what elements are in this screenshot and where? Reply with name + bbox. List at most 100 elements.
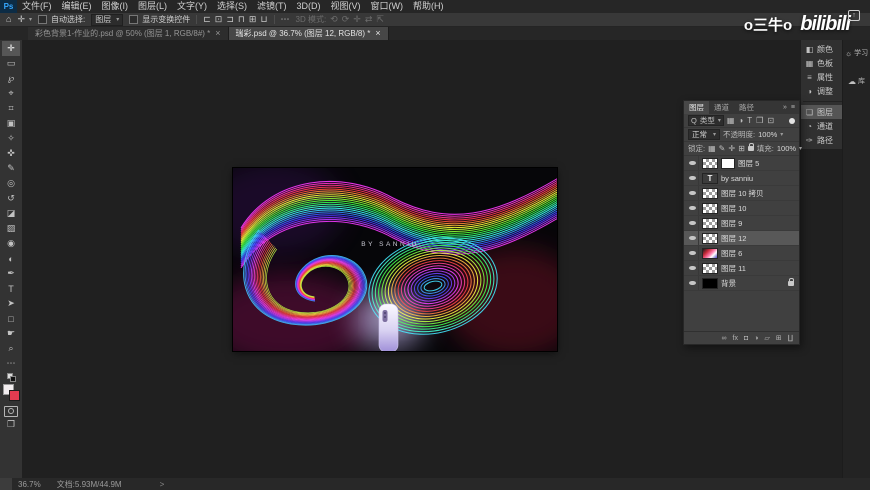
dodge-tool[interactable]: ◐ [2, 251, 20, 266]
default-colors-icon[interactable] [6, 373, 16, 382]
blur-tool[interactable]: ◉ [2, 236, 20, 251]
add-mask-icon[interactable]: ◘ [744, 335, 748, 342]
tab-close-icon[interactable]: × [215, 28, 220, 38]
smart-object-filter-icon[interactable]: ⊡ [767, 116, 774, 125]
tab-close-icon[interactable]: × [375, 28, 380, 38]
visibility-toggle[interactable] [687, 171, 699, 185]
clone-stamp-tool[interactable]: ◎ [2, 176, 20, 191]
menu-item[interactable]: 图像(I) [97, 0, 134, 13]
blend-mode-dropdown[interactable]: 正常 ▾ [688, 129, 721, 140]
share-icon[interactable]: ↑ [848, 10, 860, 21]
layer-effects-icon[interactable]: fx [733, 335, 738, 342]
visibility-toggle[interactable] [687, 246, 699, 260]
fill-value[interactable]: 100% [777, 144, 796, 153]
eraser-tool[interactable]: ◪ [2, 206, 20, 221]
menu-item[interactable]: 文件(F) [17, 0, 57, 13]
align-right-icon[interactable]: ⊐ [226, 14, 234, 25]
zoom-tool[interactable]: ⌕ [2, 341, 20, 356]
layers-panel-tab[interactable]: 通道 [709, 101, 734, 114]
quick-mask-icon[interactable] [4, 406, 18, 417]
menu-item[interactable]: 视图(V) [326, 0, 366, 13]
panel-layers[interactable]: ❏ 图层 [801, 105, 844, 119]
layer-row[interactable]: 图层 5 [684, 156, 799, 171]
layer-row[interactable]: 图层 9 [684, 216, 799, 231]
background-color-swatch[interactable] [8, 390, 20, 401]
shape-filter-icon[interactable]: ❒ [756, 116, 763, 125]
layer-row[interactable]: 图层 10 [684, 201, 799, 216]
menu-item[interactable]: 3D(D) [292, 0, 326, 13]
type-filter-icon[interactable]: T [747, 116, 752, 125]
layer-row[interactable]: 图层 12 [684, 231, 799, 246]
document-tab[interactable]: 彩色背景1-作业的.psd @ 50% (图层 1, RGB/8#) * × [28, 26, 229, 40]
lock-all-icon[interactable] [747, 143, 754, 151]
crop-tool[interactable]: ⌗ [2, 101, 20, 116]
menu-item[interactable]: 窗口(W) [366, 0, 409, 13]
visibility-toggle[interactable] [687, 261, 699, 275]
show-transform-checkbox[interactable] [129, 15, 139, 24]
path-selection-tool[interactable]: ➤ [2, 296, 20, 311]
visibility-toggle[interactable] [687, 186, 699, 200]
status-expand-icon[interactable]: > [130, 480, 165, 489]
quick-selection-tool[interactable]: ⌖ [2, 86, 20, 101]
lock-pixels-icon[interactable]: ✎ [719, 144, 726, 153]
marquee-tool[interactable]: ▭ [2, 56, 20, 71]
move-tool[interactable]: ✛ [2, 41, 20, 56]
auto-select-checkbox[interactable] [38, 15, 47, 24]
menu-item[interactable]: 图层(L) [133, 0, 172, 13]
opacity-value[interactable]: 100% [758, 130, 777, 139]
panel-swatches[interactable]: ▦ 色板 [801, 56, 844, 70]
align-middle-icon[interactable]: ⊞ [249, 14, 257, 25]
tool-preset-caret-icon[interactable]: ▾ [29, 16, 32, 23]
visibility-toggle[interactable] [687, 216, 699, 230]
libraries-panel[interactable]: ☁ 库 [848, 76, 865, 86]
filter-toggle-icon[interactable] [789, 117, 795, 124]
menu-item[interactable]: 选择(S) [212, 0, 252, 13]
new-layer-icon[interactable]: ⊞ [776, 334, 782, 342]
menu-item[interactable]: 帮助(H) [408, 0, 449, 13]
visibility-toggle[interactable] [687, 276, 699, 290]
delete-layer-icon[interactable]: ∐ [788, 334, 793, 342]
panel-color[interactable]: ◧ 颜色 [801, 42, 844, 56]
screen-mode-icon[interactable]: ❐ [2, 417, 20, 432]
eyedropper-tool[interactable]: ✧ [2, 131, 20, 146]
auto-select-dropdown[interactable]: 图层 ▾ [91, 13, 124, 26]
adjustment-filter-icon[interactable]: ◑ [738, 116, 743, 125]
layer-row[interactable]: 图层 10 拷贝 [684, 186, 799, 201]
panel-properties[interactable]: ≡ 属性 [801, 70, 844, 84]
lock-position-icon[interactable]: ✛ [728, 144, 735, 153]
edit-toolbar-button[interactable]: ⋯ [2, 356, 20, 371]
menu-item[interactable]: 编辑(E) [57, 0, 97, 13]
brush-tool[interactable]: ✎ [2, 161, 20, 176]
align-bottom-icon[interactable]: ⊔ [260, 14, 267, 25]
hand-tool[interactable]: ☛ [2, 326, 20, 341]
zoom-level-field[interactable]: 36.7% [18, 480, 49, 489]
shape-tool[interactable]: □ [2, 311, 20, 326]
layer-row[interactable]: Tby sanniu [684, 171, 799, 186]
pixel-layer-filter-icon[interactable]: ▦ [727, 116, 735, 125]
spot-healing-tool[interactable]: ✜ [2, 146, 20, 161]
layer-row[interactable]: 图层 11 [684, 261, 799, 276]
gradient-tool[interactable]: ▨ [2, 221, 20, 236]
layers-panel-tab[interactable]: 路径 [734, 101, 759, 114]
visibility-toggle[interactable] [687, 231, 699, 245]
chevron-down-icon[interactable]: ▾ [780, 131, 783, 138]
menu-item[interactable]: 文字(Y) [172, 0, 212, 13]
visibility-toggle[interactable] [687, 156, 699, 170]
layer-row[interactable]: 背景 [684, 276, 799, 291]
layer-row[interactable]: 图层 6 [684, 246, 799, 261]
visibility-toggle[interactable] [687, 201, 699, 215]
lock-transparent-icon[interactable]: ▦ [708, 144, 716, 153]
lock-artboard-icon[interactable]: ⊞ [738, 144, 745, 153]
home-icon[interactable]: ⌂ [6, 14, 11, 25]
pen-tool[interactable]: ✒ [2, 266, 20, 281]
layer-filter-dropdown[interactable]: Q 类型 ▾ [688, 115, 724, 126]
lasso-tool[interactable]: ℘ [2, 71, 20, 86]
collapse-panel-icon[interactable]: » [783, 104, 787, 111]
panel-menu-icon[interactable]: ≡ [791, 104, 795, 111]
type-tool[interactable]: T [2, 281, 20, 296]
history-brush-tool[interactable]: ↺ [2, 191, 20, 206]
align-left-icon[interactable]: ⊏ [203, 14, 211, 25]
panel-channels[interactable]: ◔ 通道 [801, 119, 844, 133]
adjustment-layer-icon[interactable]: ◑ [754, 335, 758, 342]
document-tab[interactable]: 瑞彩.psd @ 36.7% (图层 12, RGB/8) * × [228, 26, 389, 40]
